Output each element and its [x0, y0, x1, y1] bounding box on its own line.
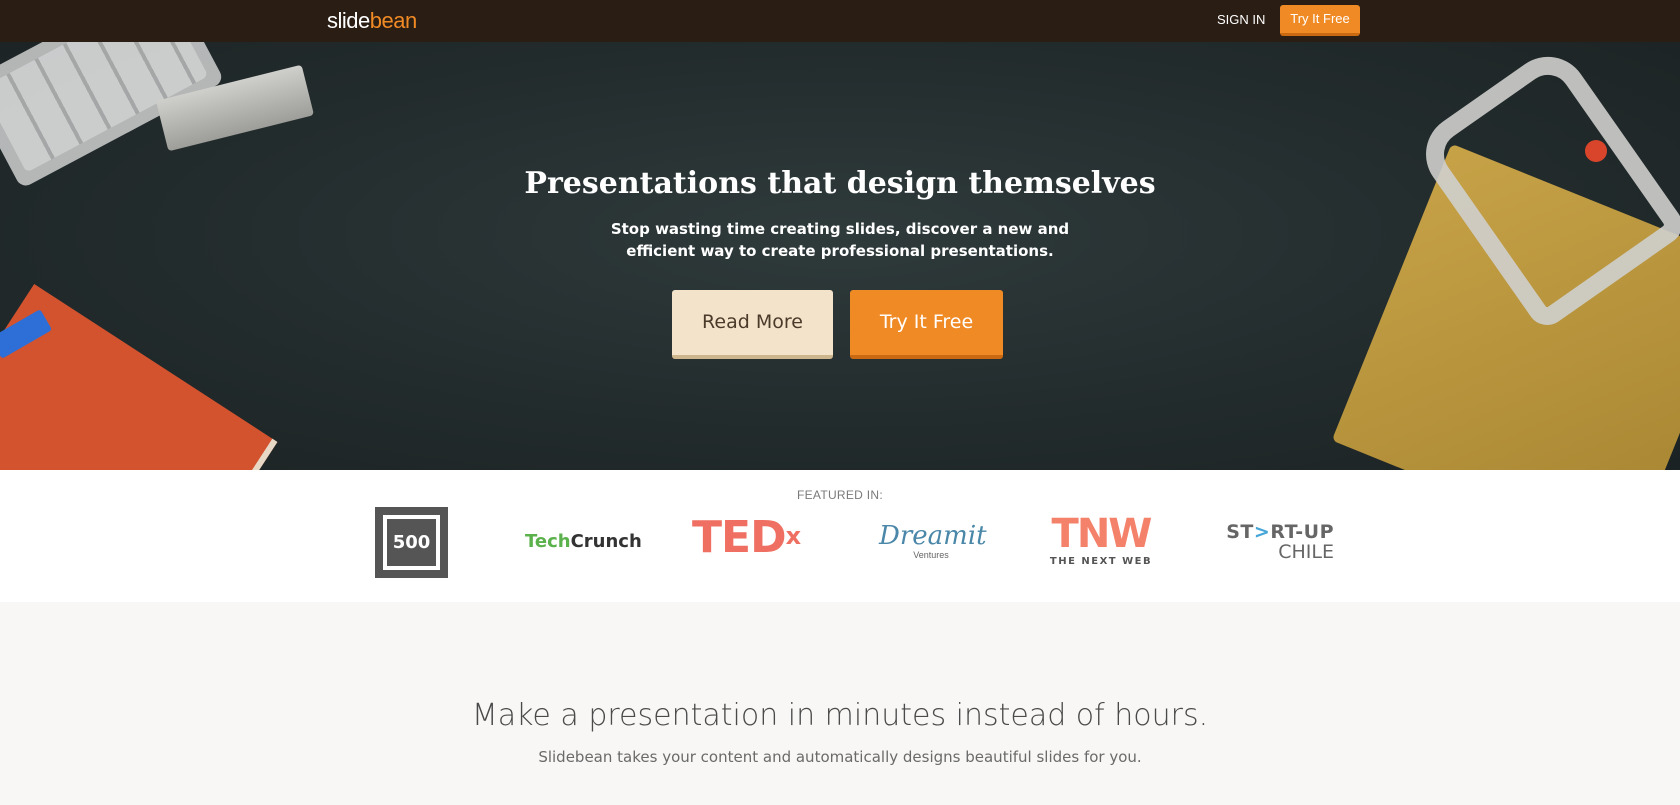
- techcrunch-crunch: Crunch: [570, 531, 642, 552]
- nav-try-it-free-button[interactable]: Try It Free: [1280, 5, 1360, 36]
- logo-500-startups: 500: [375, 507, 448, 578]
- stapler-button-decoration: [1585, 140, 1607, 162]
- top-nav: slidebean SIGN IN Try It Free: [0, 0, 1680, 42]
- logo-primary: slide: [327, 8, 370, 33]
- logo-the-next-web: TNW THE NEXT WEB: [1042, 514, 1160, 567]
- hero-title: Presentations that design themselves: [524, 166, 1156, 201]
- section-title: Make a presentation in minutes instead o…: [471, 698, 1209, 733]
- logo-500-text: 500: [383, 515, 440, 570]
- slidebean-logo[interactable]: slidebean: [327, 8, 417, 34]
- section-subtitle: Slidebean takes your content and automat…: [538, 748, 1142, 766]
- logo-dreamit-ventures: Dreamit Ventures: [879, 521, 987, 560]
- sign-in-link[interactable]: SIGN IN: [1217, 12, 1265, 27]
- logo-startup-chile: ST>RT-UP CHILE: [1224, 522, 1334, 562]
- dreamit-ventures: Ventures: [913, 550, 949, 560]
- logo-accent: bean: [369, 8, 417, 33]
- startup-line-2: CHILE: [1278, 541, 1334, 563]
- hero-subtitle: Stop wasting time creating slides, disco…: [610, 220, 1070, 260]
- tnw-letters: TNW: [1051, 511, 1153, 557]
- tedx-ted: TED: [692, 512, 787, 563]
- logo-tedx: TEDx: [692, 512, 802, 563]
- hero-try-it-free-button[interactable]: Try It Free: [850, 290, 1003, 359]
- startup-line-1: ST>RT-UP: [1224, 522, 1334, 542]
- techcrunch-tech: Tech: [525, 531, 571, 552]
- dreamit-name: Dreamit: [879, 521, 987, 551]
- tnw-tagline: THE NEXT WEB: [1049, 556, 1153, 567]
- featured-in-label: FEATURED IN:: [796, 488, 884, 502]
- featured-in-section: FEATURED IN: 500 TechCrunch TEDx Dreamit…: [0, 470, 1680, 602]
- startup-arrow: >: [1253, 521, 1271, 543]
- read-more-button[interactable]: Read More: [672, 290, 833, 359]
- logo-techcrunch: TechCrunch: [525, 531, 642, 552]
- hero-section: Presentations that design themselves Sto…: [0, 42, 1680, 470]
- startup-st: ST: [1226, 521, 1254, 543]
- tedx-x: x: [785, 522, 802, 550]
- startup-rtup: RT-UP: [1270, 521, 1334, 543]
